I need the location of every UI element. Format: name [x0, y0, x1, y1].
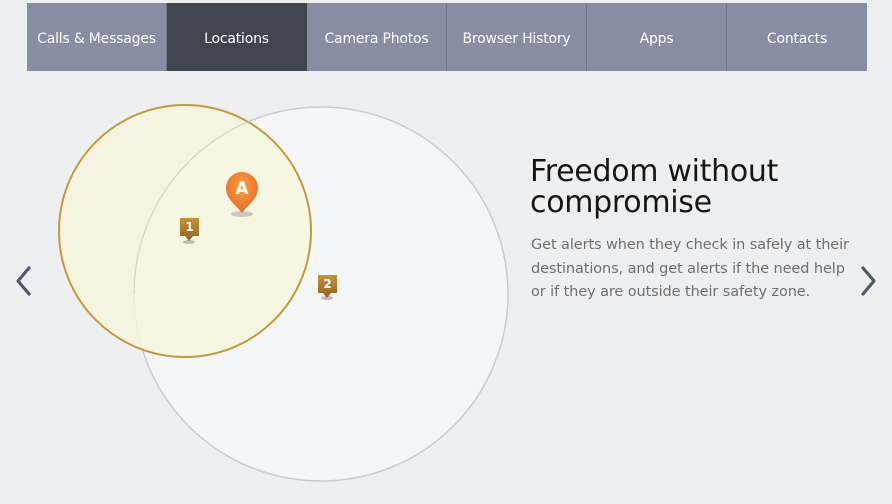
tab-bar: Calls & Messages Locations Camera Photos…: [27, 3, 867, 71]
marker-a-label: A: [235, 179, 249, 199]
tab-browser-history[interactable]: Browser History: [447, 3, 587, 71]
chevron-left-icon[interactable]: [12, 261, 36, 301]
pin-1-label: 1: [185, 220, 193, 234]
slide-title: Freedom without compromise: [530, 154, 779, 220]
location-zone-illustration: A 1 2: [58, 104, 509, 482]
tab-camera-photos[interactable]: Camera Photos: [307, 3, 447, 71]
pin-2-label: 2: [323, 277, 331, 291]
tab-apps[interactable]: Apps: [587, 3, 727, 71]
tab-contacts[interactable]: Contacts: [727, 3, 867, 71]
slide-description: Get alerts when they check in safely at …: [531, 237, 849, 300]
tab-calls-messages[interactable]: Calls & Messages: [27, 3, 167, 71]
slide-content: A 1 2 Freedom without compromise Get ale…: [0, 71, 892, 504]
chevron-right-icon[interactable]: [856, 261, 880, 301]
tab-locations[interactable]: Locations: [167, 3, 307, 71]
